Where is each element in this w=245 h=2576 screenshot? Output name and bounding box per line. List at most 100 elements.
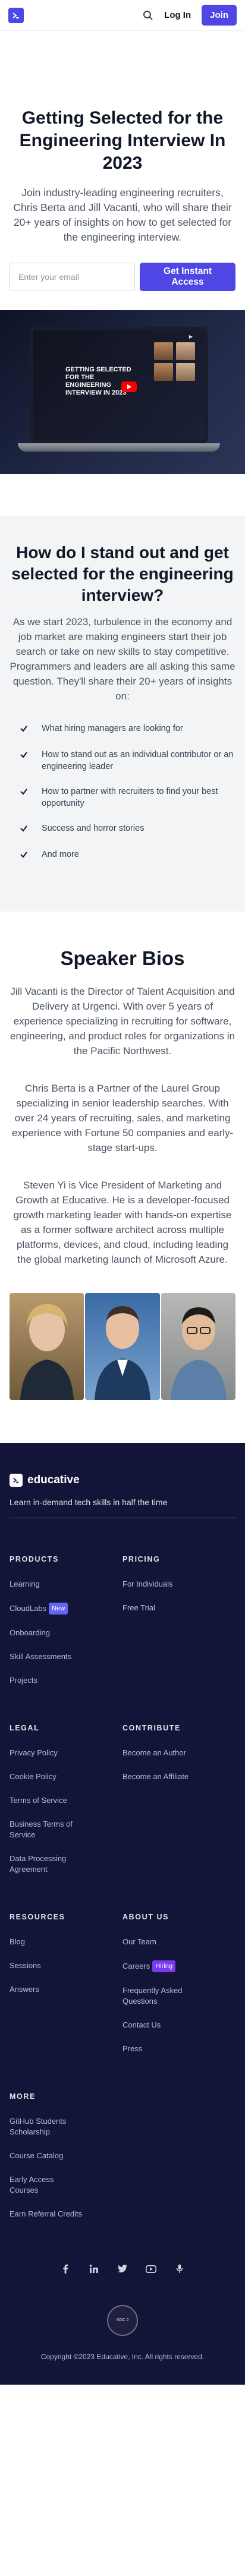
footer-tagline: Learn in-demand tech skills in half the … (10, 1497, 168, 1507)
section-lead: As we start 2023, turbulence in the econ… (10, 616, 235, 702)
footer-heading: ABOUT US (122, 1913, 169, 1921)
check-icon (17, 784, 31, 799)
footer-link[interactable]: Frequently Asked Questions (122, 1985, 194, 2007)
nav-actions: Log In Join (143, 5, 237, 26)
footer-link[interactable]: Privacy Policy (10, 1748, 93, 1758)
footer-link[interactable]: Business Terms of Service (10, 1819, 81, 1840)
footer-col-about: ABOUT US Our Team Careers Hiring Frequent… (122, 1913, 235, 2067)
linkedin-icon[interactable] (89, 2263, 99, 2274)
new-badge: New (49, 1603, 68, 1615)
hiring-badge: Hiring (152, 1960, 175, 1972)
section-title: Speaker Bios (60, 947, 185, 969)
footer-row: RESOURCES Blog Sessions Answers ABOUT US… (10, 1913, 235, 2067)
get-access-button[interactable]: Get Instant Access (140, 263, 235, 291)
list-item: How to partner with recruiters to find y… (10, 781, 235, 818)
footer-link[interactable]: Terms of Service (10, 1795, 93, 1806)
page-title: Getting Selected for the Engineering Int… (19, 108, 226, 173)
footer-link[interactable]: Our Team (122, 1937, 206, 1947)
footer-link[interactable]: Sessions (10, 1960, 93, 1971)
speaker-bio: Jill Vacanti is the Director of Talent A… (10, 986, 235, 1057)
footer-link[interactable]: Answers (10, 1984, 93, 1995)
speaker-photo (10, 1293, 84, 1400)
list-item: What hiring managers are looking for (10, 718, 235, 744)
laptop-image: ▶ GETTING SELECTED FOR THE ENGINEERING I… (30, 327, 208, 443)
footer-link[interactable]: Onboarding (10, 1628, 93, 1638)
list-item: Success and horror stories (10, 818, 235, 844)
footer-link[interactable]: CloudLabs New (10, 1603, 93, 1615)
top-nav: Log In Join (0, 0, 245, 31)
footer-row: PRODUCTS Learning CloudLabs New Onboardin… (10, 1555, 235, 1699)
footer-link[interactable]: Earn Referral Credits (10, 2209, 93, 2219)
webinar-preview-image[interactable]: ▶ GETTING SELECTED FOR THE ENGINEERING I… (0, 310, 245, 474)
list-item: How to stand out as an individual contri… (10, 744, 235, 781)
footer-link[interactable]: Skill Assessments (10, 1651, 93, 1662)
speaker-bio: Chris Berta is a Partner of the Laurel G… (11, 1083, 234, 1153)
footer-link[interactable]: Careers Hiring (122, 1960, 206, 1972)
footer-heading: PRODUCTS (10, 1555, 59, 1563)
footer-heading: PRICING (122, 1555, 161, 1563)
footer-col-legal: LEGAL Privacy Policy Cookie Policy Terms… (10, 1724, 122, 1888)
speaker-bio: Steven Yi is Vice President of Marketing… (13, 1180, 232, 1265)
footer-col-resources: RESOURCES Blog Sessions Answers (10, 1913, 122, 2067)
footer: educative Learn in-demand tech skills in… (0, 1443, 245, 2385)
play-icon[interactable] (121, 381, 137, 392)
footer-link[interactable]: Blog (10, 1937, 93, 1947)
footer-heading: CONTRIBUTE (122, 1724, 181, 1732)
educative-mark-icon: ▶ (189, 334, 193, 339)
footer-link[interactable]: Early Access Courses (10, 2174, 63, 2196)
join-button[interactable]: Join (202, 5, 237, 26)
footer-row: MORE GitHub Students Scholarship Course … (10, 2092, 235, 2233)
footer-link[interactable]: Become an Author (122, 1748, 206, 1758)
laptop-base (18, 443, 220, 452)
speaker-bios-section: Speaker Bios Jill Vacanti is the Directo… (0, 912, 245, 1400)
footer-col-contribute: CONTRIBUTE Become an Author Become an Af… (122, 1724, 235, 1888)
footer-logo[interactable]: educative (10, 1474, 235, 1487)
search-icon[interactable] (143, 10, 153, 21)
footer-link[interactable]: Become an Affiliate (122, 1771, 206, 1782)
logo-icon[interactable] (8, 7, 24, 23)
footer-link[interactable]: Contact Us (122, 2020, 206, 2030)
footer-link[interactable]: Cookie Policy (10, 1771, 93, 1782)
footer-row: LEGAL Privacy Policy Cookie Policy Terms… (10, 1724, 235, 1888)
login-link[interactable]: Log In (164, 10, 191, 20)
footer-link[interactable]: Learning (10, 1579, 93, 1590)
list-item: And more (10, 844, 235, 870)
footer-col-pricing: PRICING For Individuals Free Trial (122, 1555, 235, 1699)
check-icon (17, 821, 31, 835)
copyright: Copyright ©2023 Educative, Inc. All righ… (40, 2353, 205, 2361)
check-icon (17, 721, 31, 736)
signup-form: Get Instant Access (10, 263, 235, 291)
footer-link[interactable]: Free Trial (122, 1603, 206, 1613)
twitter-icon[interactable] (117, 2263, 128, 2274)
hero-section: Getting Selected for the Engineering Int… (0, 31, 245, 291)
speaker-photo (85, 1293, 160, 1400)
insights-section: How do I stand out and get selected for … (0, 516, 245, 912)
email-input[interactable] (10, 263, 135, 291)
page: Log In Join Getting Selected for the Eng… (0, 0, 245, 2576)
footer-col-products: PRODUCTS Learning CloudLabs New Onboardin… (10, 1555, 122, 1699)
footer-heading: MORE (10, 2092, 36, 2101)
check-icon (17, 847, 31, 862)
social-links (10, 2263, 235, 2274)
logo-icon (10, 1474, 23, 1487)
facebook-icon[interactable] (60, 2263, 71, 2274)
footer-link[interactable]: GitHub Students Scholarship (10, 2116, 87, 2137)
speaker-photos (10, 1293, 235, 1400)
footer-link[interactable]: Press (122, 2044, 206, 2054)
footer-link[interactable]: Data Processing Agreement (10, 1853, 75, 1875)
insights-list: What hiring managers are looking for How… (10, 718, 235, 870)
podcast-icon[interactable] (174, 2263, 185, 2274)
footer-col-more: MORE GitHub Students Scholarship Course … (10, 2092, 235, 2233)
speaker-photo (161, 1293, 235, 1400)
section-title: How do I stand out and get selected for … (11, 543, 234, 604)
footer-link[interactable]: For Individuals (122, 1579, 206, 1590)
brand-name: educative (27, 1474, 80, 1486)
check-icon (17, 748, 31, 762)
participant-thumbnails (154, 342, 195, 381)
footer-link[interactable]: Course Catalog (10, 2151, 93, 2161)
youtube-icon[interactable] (146, 2263, 156, 2274)
hero-subtitle: Join industry-leading engineering recrui… (13, 187, 232, 243)
footer-link[interactable]: Projects (10, 1675, 93, 1686)
footer-heading: LEGAL (10, 1724, 40, 1732)
footer-heading: RESOURCES (10, 1913, 65, 1921)
